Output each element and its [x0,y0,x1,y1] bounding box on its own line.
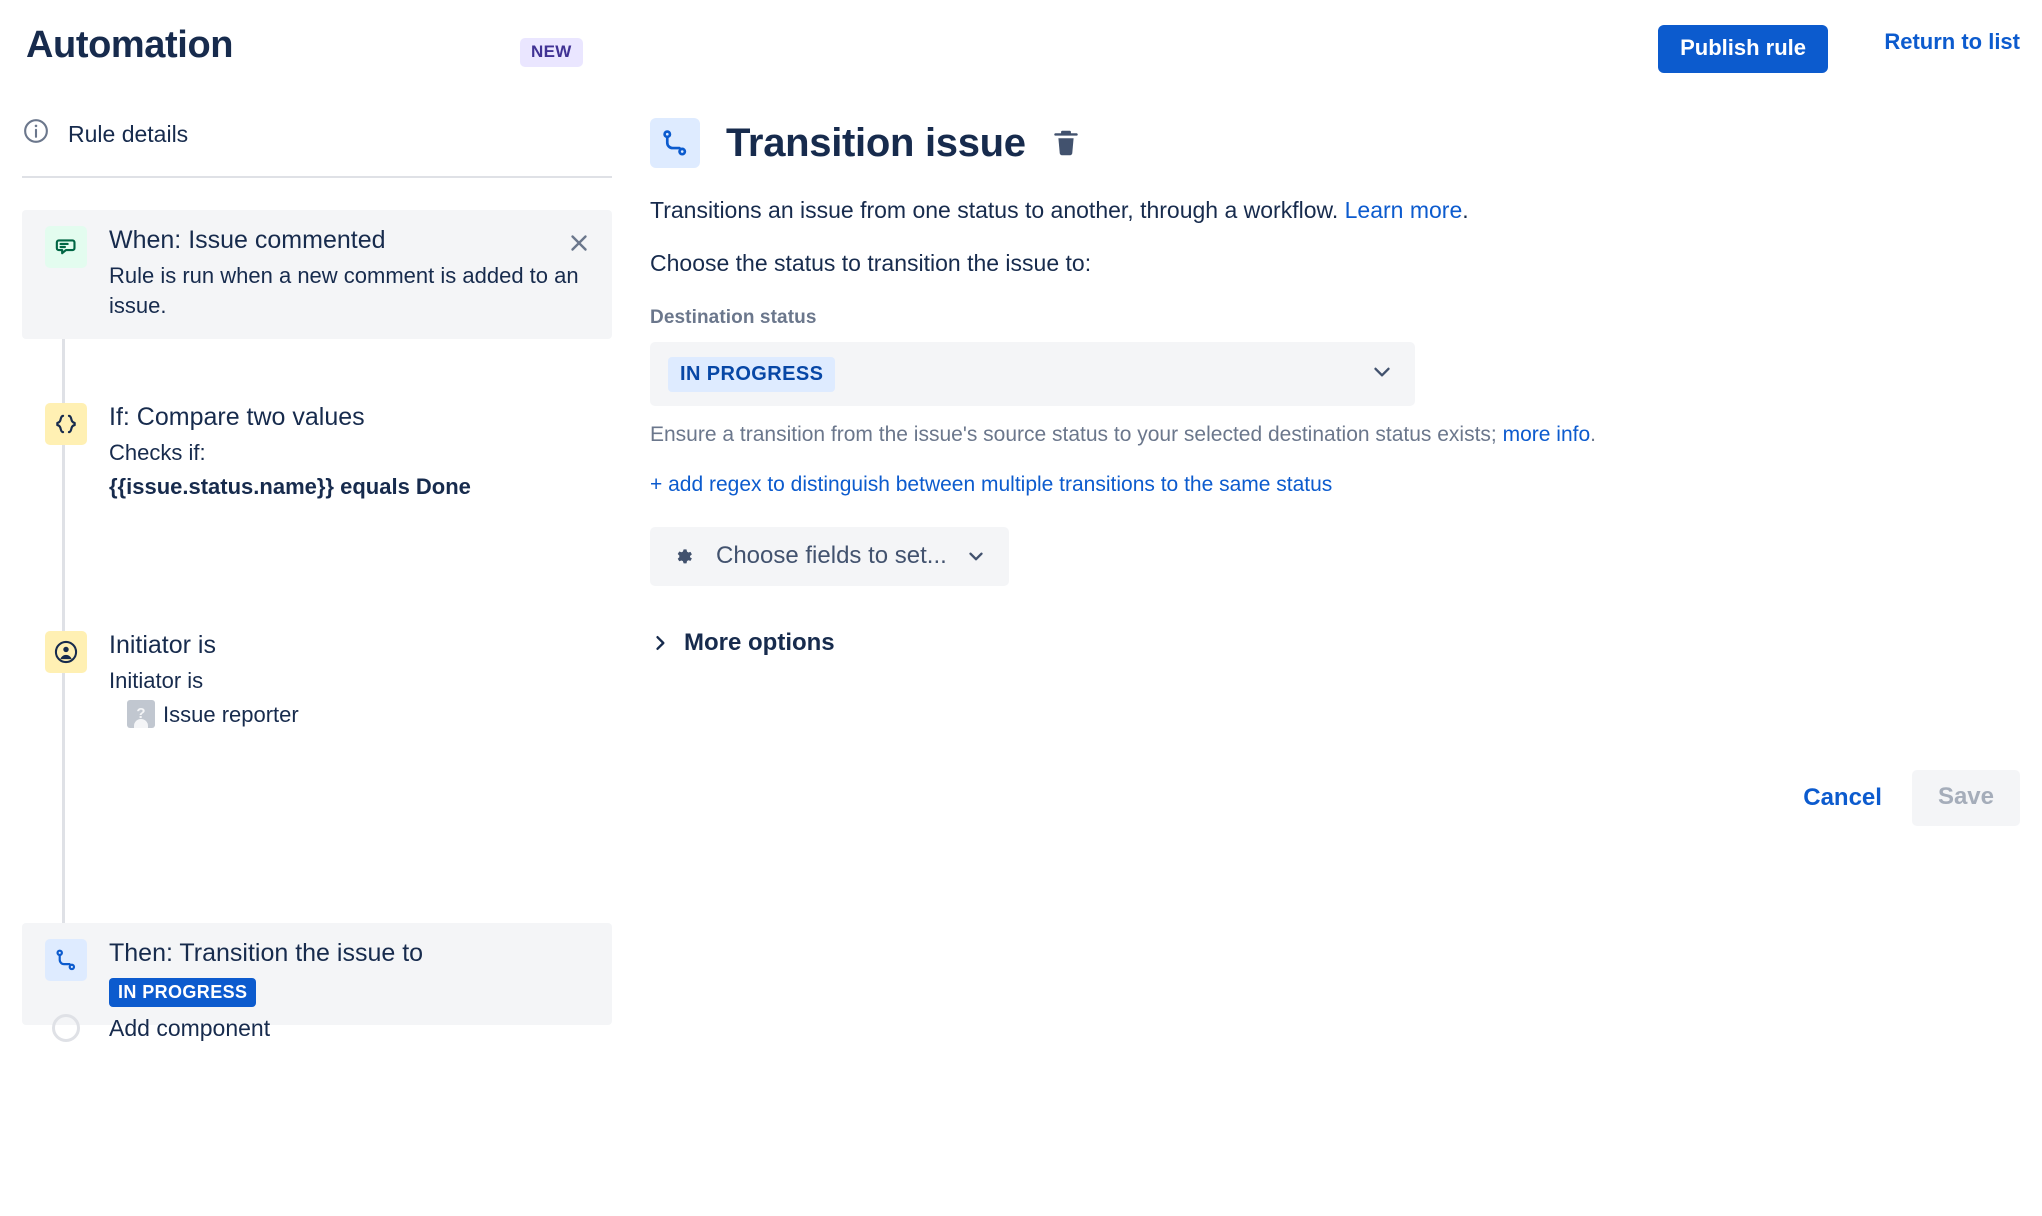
publish-rule-button[interactable]: Publish rule [1658,25,1828,73]
panel-actions: Cancel Save [650,770,2020,826]
destination-status-value: IN PROGRESS [668,356,836,392]
add-component-label: Add component [109,1015,271,1041]
choose-fields-label: Choose fields to set... [716,542,947,569]
destination-status-label: Destination status [650,307,817,328]
gear-icon [670,541,700,571]
new-badge: NEW [520,38,583,67]
more-info-link[interactable]: more info [1503,423,1591,446]
rule-sidebar: Rule details When: Issue commented Rule … [0,95,640,1216]
destination-help-text: Ensure a transition from the issue's sou… [650,421,2020,449]
add-component-button[interactable]: Add component [22,1013,270,1043]
person-icon [45,631,87,673]
help-text-tail: . [1590,423,1596,446]
close-icon[interactable] [566,230,592,256]
circle-outline-icon [52,1014,80,1042]
more-options-toggle[interactable]: More options [650,628,835,658]
braces-icon [45,403,87,445]
panel-description: Transitions an issue from one status to … [650,194,2020,226]
chevron-down-icon [965,545,987,567]
avatar [127,700,155,728]
node-title: Initiator is [109,631,216,659]
rule-node-condition-initiator[interactable]: Initiator is Initiator is Issue reporter [22,615,612,748]
rule-node-action-transition[interactable]: Then: Transition the issue to IN PROGRES… [22,923,612,1025]
node-description: Checks if: [109,440,206,465]
node-description: Rule is run when a new comment is added … [109,263,579,318]
transition-icon [650,118,700,168]
panel-description-text: Transitions an issue from one status to … [650,197,1345,223]
destination-status-select[interactable]: IN PROGRESS [650,342,1415,406]
info-circle-icon [22,117,50,150]
save-button[interactable]: Save [1911,770,2020,826]
chevron-right-icon [650,633,670,653]
comment-icon [45,226,87,268]
panel-title: Transition issue [726,121,1026,165]
node-title: When: Issue commented [109,226,386,254]
help-text-body: Ensure a transition from the issue's sou… [650,423,1503,446]
more-options-label: More options [684,629,835,656]
node-title: Then: Transition the issue to [109,939,424,967]
page-title: Automation [26,24,234,66]
cancel-button[interactable]: Cancel [1787,773,1898,823]
chevron-down-icon [1369,359,1395,390]
sidebar-item-label: Rule details [68,120,189,147]
panel-header: Transition issue [650,118,2020,168]
add-regex-link[interactable]: + add regex to distinguish between multi… [650,471,1332,499]
sidebar-divider [22,176,612,178]
sidebar-item-rule-details[interactable]: Rule details [22,117,188,150]
node-description: Initiator is [109,668,204,693]
trash-icon[interactable] [1050,127,1082,159]
node-initiator-value: Issue reporter [109,700,612,730]
panel-subheading: Choose the status to transition the issu… [650,250,1092,276]
rule-node-condition-compare[interactable]: If: Compare two values Checks if: {{issu… [22,387,612,520]
node-description-detail: {{issue.status.name}} equals Done [109,474,471,499]
transition-icon [45,939,87,981]
return-to-list-link[interactable]: Return to list [1884,27,2020,57]
status-badge: IN PROGRESS [109,978,257,1007]
rule-node-trigger[interactable]: When: Issue commented Rule is run when a… [22,210,612,339]
node-initiator-label: Issue reporter [163,702,299,727]
page-header: Automation NEW Publish rule Return to li… [0,0,2042,88]
action-config-panel: Transition issue Transitions an issue fr… [650,118,2020,658]
node-title: If: Compare two values [109,403,365,431]
learn-more-link[interactable]: Learn more [1345,197,1463,223]
choose-fields-button[interactable]: Choose fields to set... [650,527,1009,586]
panel-description-tail: . [1462,197,1469,223]
